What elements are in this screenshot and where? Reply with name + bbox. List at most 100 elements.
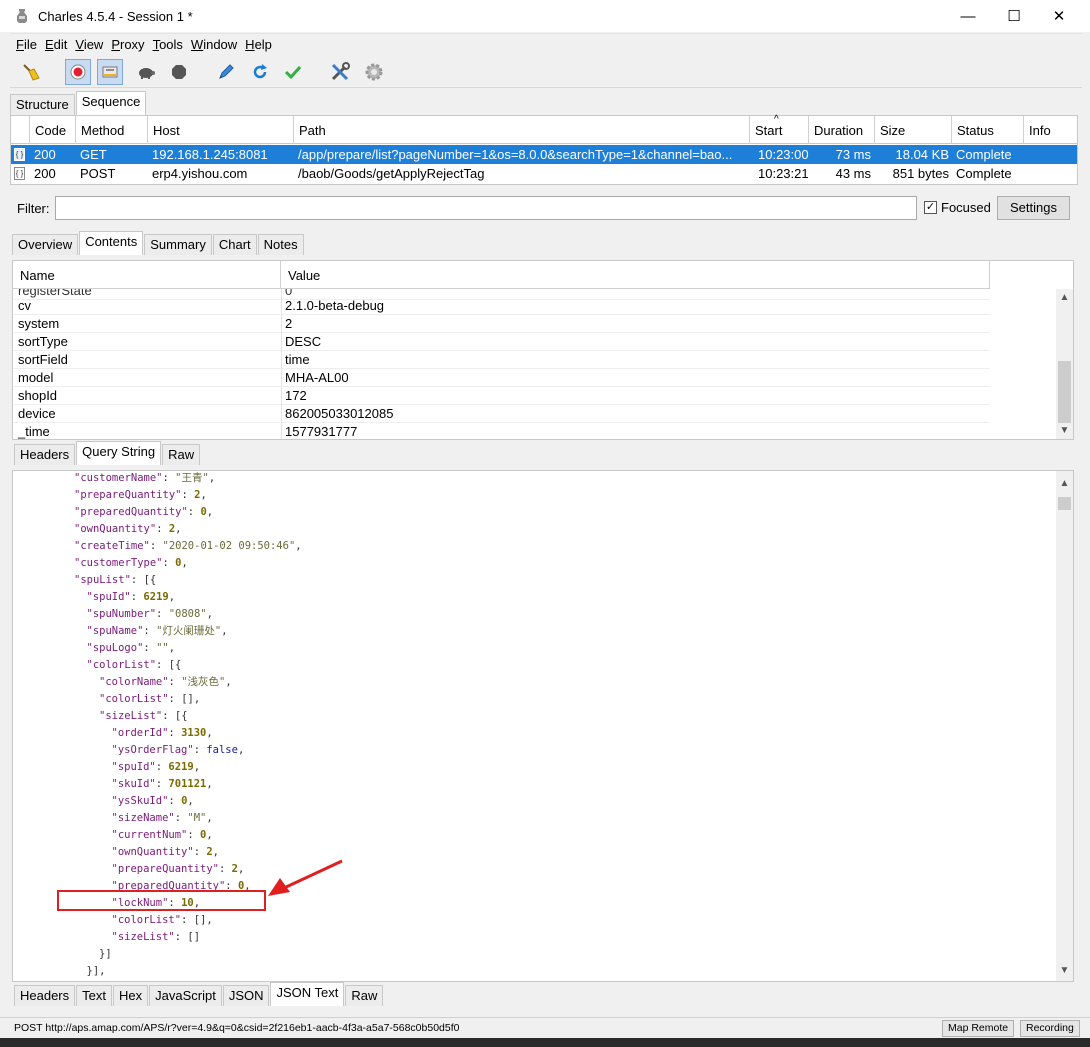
map-remote-button[interactable]: Map Remote — [942, 1020, 1015, 1037]
tab-response-raw[interactable]: Raw — [345, 985, 384, 1006]
json-colon: : — [155, 778, 169, 790]
json-value: 6219 — [143, 591, 169, 603]
sort-indicator-icon: ^ — [774, 114, 779, 125]
table-row[interactable]: sortField time — [13, 351, 990, 369]
throttle-icon[interactable] — [97, 59, 123, 85]
table-row[interactable]: system 2 — [13, 315, 990, 333]
scroll-thumb[interactable] — [1058, 361, 1071, 423]
recording-button[interactable]: Recording — [1020, 1020, 1080, 1037]
json-line: "prepareQuantity": 2, — [13, 487, 302, 504]
column-size[interactable]: Size — [875, 116, 952, 144]
column-path[interactable]: Path — [294, 116, 750, 144]
settings-button[interactable]: Settings — [997, 196, 1070, 220]
tab-chart[interactable]: Chart — [212, 234, 257, 255]
broom-icon[interactable] — [18, 59, 44, 85]
query-table-scrollbar[interactable]: ▲ ▼ — [1056, 289, 1073, 439]
column-duration[interactable]: Duration — [809, 116, 875, 144]
scroll-thumb[interactable] — [1058, 497, 1071, 510]
filter-input[interactable] — [55, 196, 917, 220]
scroll-up-icon[interactable]: ▲ — [1056, 289, 1073, 306]
tab-request-headers[interactable]: Headers — [14, 444, 76, 465]
window-title: Charles 4.5.4 - Session 1 * — [38, 8, 193, 24]
json-value: "王青" — [175, 472, 209, 484]
turtle-icon[interactable] — [133, 59, 159, 85]
tab-overview[interactable]: Overview — [12, 234, 79, 255]
column-value[interactable]: Value — [281, 261, 990, 289]
column-status[interactable]: Status — [952, 116, 1024, 144]
menu-view[interactable]: View — [75, 37, 103, 52]
table-row[interactable]: _time 1577931777 — [13, 423, 990, 439]
column-method[interactable]: Method — [76, 116, 148, 144]
json-colon: : — [130, 574, 144, 586]
focused-checkbox[interactable]: ✓ — [924, 201, 937, 214]
menu-edit[interactable]: Edit — [45, 37, 67, 52]
gear-icon[interactable] — [361, 59, 387, 85]
sequence-header: Code Method Host Path Start ^ Duration S… — [11, 114, 1079, 144]
tab-json[interactable]: JSON — [222, 985, 270, 1006]
table-row[interactable]: cv 2.1.0-beta-debug — [13, 297, 990, 315]
json-key: "ysOrderFlag" — [111, 744, 194, 756]
tab-text[interactable]: Text — [76, 985, 112, 1006]
table-row[interactable]: device 862005033012085 — [13, 405, 990, 423]
row-info — [1024, 145, 1079, 164]
record-icon[interactable] — [65, 59, 91, 85]
scroll-up-icon[interactable]: ▲ — [1056, 475, 1073, 492]
menu-file[interactable]: File — [16, 37, 37, 52]
menu-tools[interactable]: Tools — [153, 37, 183, 52]
json-key: "spuLogo" — [86, 642, 144, 654]
taskbar — [0, 1038, 1090, 1047]
tools-icon[interactable] — [327, 59, 353, 85]
maximize-button[interactable]: ☐ — [991, 0, 1037, 32]
check-icon[interactable] — [280, 59, 306, 85]
json-line: "ownQuantity": 2, — [13, 844, 302, 861]
column-host[interactable]: Host — [148, 116, 294, 144]
tab-response-headers[interactable]: Headers — [14, 985, 76, 1006]
scroll-down-icon[interactable]: ▼ — [1056, 422, 1073, 439]
tab-hex[interactable]: Hex — [112, 985, 149, 1006]
scroll-down-icon[interactable]: ▼ — [1056, 962, 1073, 979]
menu-proxy[interactable]: Proxy — [111, 37, 144, 52]
column-info[interactable]: Info — [1024, 116, 1079, 144]
json-key: "ownQuantity" — [74, 523, 157, 535]
tab-javascript[interactable]: JavaScript — [149, 985, 222, 1006]
tab-structure[interactable]: Structure — [10, 94, 75, 115]
toolbar — [10, 56, 1082, 88]
json-colon: : — [187, 829, 201, 841]
json-line: }] — [13, 946, 302, 963]
table-row[interactable]: { } 200 GET 192.168.1.245:8081 /app/prep… — [11, 145, 1077, 164]
tab-summary[interactable]: Summary — [144, 234, 212, 255]
tab-json-text[interactable]: JSON Text — [270, 982, 345, 1006]
json-scrollbar[interactable]: ▲ ▼ — [1056, 471, 1073, 981]
column-name[interactable]: Name — [13, 261, 281, 289]
minimize-button[interactable]: — — [945, 0, 991, 32]
json-colon: : — [181, 914, 194, 926]
close-button[interactable]: ✕ — [1036, 0, 1082, 32]
tab-request-raw[interactable]: Raw — [162, 444, 201, 465]
json-value: "M" — [187, 812, 207, 824]
column-code[interactable]: Code — [30, 116, 76, 144]
table-row[interactable]: sortType DESC — [13, 333, 990, 351]
column-start[interactable]: Start ^ — [750, 114, 809, 144]
json-key: "spuId" — [111, 761, 156, 773]
table-row[interactable]: { } 200 POST erp4.yishou.com /baob/Goods… — [11, 164, 1077, 183]
stop-icon[interactable] — [166, 59, 192, 85]
refresh-icon[interactable] — [247, 59, 273, 85]
detail-tabs: Overview Contents Summary Chart Notes — [12, 231, 305, 255]
row-size: 851 bytes — [892, 166, 949, 181]
tab-query-string[interactable]: Query String — [76, 441, 162, 465]
table-row[interactable]: model MHA-AL00 — [13, 369, 990, 387]
table-row[interactable]: shopId 172 — [13, 387, 990, 405]
menu-help[interactable]: Help — [245, 37, 272, 52]
json-line: "colorName": "浅灰色", — [13, 674, 302, 691]
param-value: MHA-AL00 — [285, 370, 349, 385]
json-colon: : — [162, 472, 176, 484]
menu-window[interactable]: Window — [191, 37, 237, 52]
json-key: "colorList" — [86, 659, 157, 671]
param-name: sortType — [18, 334, 68, 349]
tab-notes[interactable]: Notes — [257, 234, 304, 255]
pen-icon[interactable] — [213, 59, 239, 85]
tab-contents[interactable]: Contents — [79, 231, 144, 255]
tab-sequence[interactable]: Sequence — [75, 91, 147, 115]
icon-column — [11, 116, 30, 144]
json-punctuation: , — [193, 761, 201, 773]
